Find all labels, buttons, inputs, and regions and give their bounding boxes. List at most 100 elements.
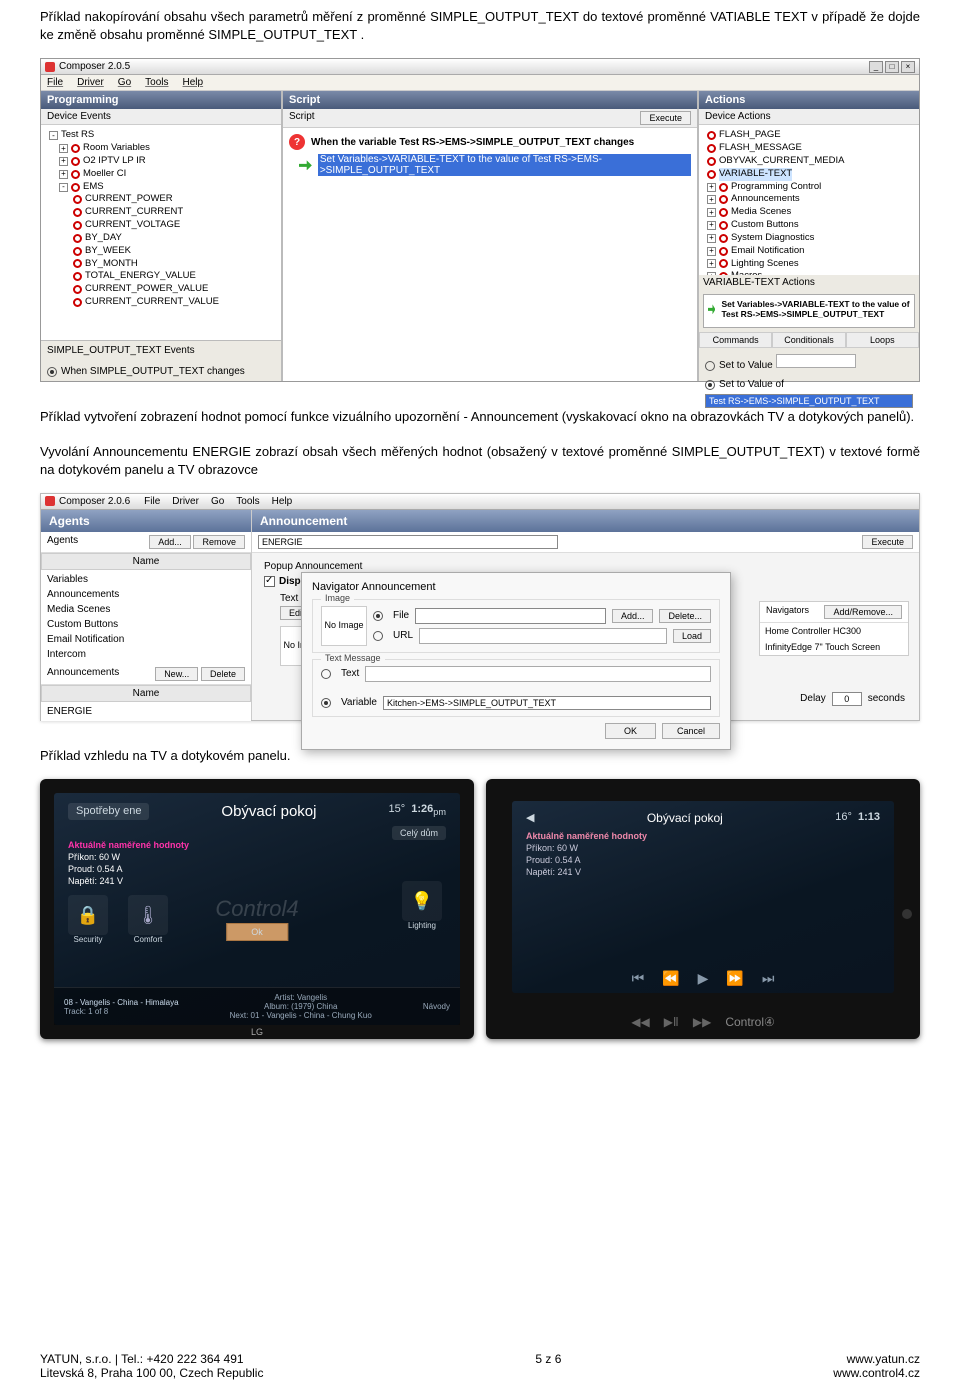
comfort-icon[interactable]: 🌡 xyxy=(128,895,168,935)
announcement-header: Announcement xyxy=(252,510,919,532)
menu-tools[interactable]: Tools xyxy=(145,77,168,88)
remove-button[interactable]: Remove xyxy=(193,535,245,549)
maximize-icon[interactable]: □ xyxy=(885,61,899,73)
action-item[interactable]: +Custom Buttons xyxy=(703,219,915,232)
script-area[interactable]: ? When the variable Test RS->EMS->SIMPLE… xyxy=(283,128,697,381)
menu-bar[interactable]: File Driver Go Tools Help xyxy=(41,75,919,91)
value-voltage: Napětí: 241 V xyxy=(68,876,446,888)
tree-node[interactable]: -EMS xyxy=(45,181,277,194)
ctrl-icon[interactable]: ▶▶ xyxy=(693,1015,711,1029)
set-value-input[interactable] xyxy=(776,354,856,368)
execute-button[interactable]: Execute xyxy=(640,111,691,125)
file-dropdown[interactable] xyxy=(415,608,606,624)
event-radio-changes[interactable]: When SIMPLE_OUTPUT_TEXT changes xyxy=(47,366,245,377)
tree-node[interactable]: +Moeller CI xyxy=(45,168,277,181)
nav-item[interactable]: Home Controller HC300 xyxy=(760,623,908,639)
cancel-button[interactable]: Cancel xyxy=(662,723,720,739)
action-item[interactable]: OBYVAK_CURRENT_MEDIA xyxy=(703,155,915,168)
ok-button[interactable]: Ok xyxy=(226,923,288,941)
menu-go[interactable]: Go xyxy=(118,77,131,88)
action-item[interactable]: FLASH_PAGE xyxy=(703,129,915,142)
action-item[interactable]: +Lighting Scenes xyxy=(703,258,915,271)
display-navigator-checkbox[interactable] xyxy=(264,576,275,587)
list-item[interactable]: Variables xyxy=(47,572,245,587)
url-input[interactable] xyxy=(419,628,667,644)
action-item[interactable]: +Announcements xyxy=(703,193,915,206)
list-item[interactable]: Announcements xyxy=(47,587,245,602)
tab-conditionals[interactable]: Conditionals xyxy=(772,332,845,348)
tree-node[interactable]: CURRENT_POWER_VALUE xyxy=(45,283,277,296)
load-button[interactable]: Load xyxy=(673,629,711,643)
tree-node[interactable]: BY_WEEK xyxy=(45,245,277,258)
home-button[interactable] xyxy=(902,909,912,919)
tree-node[interactable]: CURRENT_CURRENT_VALUE xyxy=(45,296,277,309)
action-item[interactable]: +Email Notification xyxy=(703,245,915,258)
menu-help[interactable]: Help xyxy=(183,77,204,88)
text-input[interactable] xyxy=(365,666,711,682)
list-item[interactable]: Email Notification xyxy=(47,632,245,647)
announcement-select[interactable]: ENERGIE xyxy=(258,535,558,549)
play-icon[interactable]: ▶ xyxy=(698,970,709,987)
announcements-list[interactable]: ENERGIE xyxy=(41,702,251,721)
list-item[interactable]: Custom Buttons xyxy=(47,617,245,632)
next-icon[interactable]: ⏭ xyxy=(762,970,775,987)
tab-loops[interactable]: Loops xyxy=(846,332,919,348)
radio-set-to-value[interactable] xyxy=(705,361,715,371)
prev-icon[interactable]: ⏮ xyxy=(632,970,645,987)
variable-dropdown[interactable]: Kitchen->EMS->SIMPLE_OUTPUT_TEXT xyxy=(383,696,711,710)
menu-bar-inline[interactable]: FileDriverGoToolsHelp xyxy=(144,496,292,507)
tab-commands[interactable]: Commands xyxy=(699,332,772,348)
value-of-dropdown[interactable]: Test RS->EMS->SIMPLE_OUTPUT_TEXT xyxy=(705,394,913,408)
tree-node[interactable]: BY_DAY xyxy=(45,232,277,245)
action-item[interactable]: +System Diagnostics xyxy=(703,232,915,245)
ctrl-icon[interactable]: ▶Ⅱ xyxy=(664,1015,679,1029)
minimize-icon[interactable]: _ xyxy=(869,61,883,73)
script-label: Script xyxy=(289,111,315,125)
back-icon[interactable]: ◀ xyxy=(526,811,534,825)
add-file-button[interactable]: Add... xyxy=(612,609,654,623)
composer-screenshot: Composer 2.0.5 _ □ × File Driver Go Tool… xyxy=(40,58,920,382)
tree-node[interactable]: TOTAL_ENERGY_VALUE xyxy=(45,270,277,283)
device-events-tree[interactable]: -Test RS+Room Variables+O2 IPTV LP IR+Mo… xyxy=(41,125,281,340)
nav-item[interactable]: InfinityEdge 7" Touch Screen xyxy=(760,639,908,655)
tree-node[interactable]: +Room Variables xyxy=(45,142,277,155)
delete-file-button[interactable]: Delete... xyxy=(659,609,711,623)
delay-input[interactable]: 0 xyxy=(832,692,862,706)
menu-driver[interactable]: Driver xyxy=(77,77,104,88)
tree-node[interactable]: -Test RS xyxy=(45,129,277,142)
rewind-icon[interactable]: ⏪ xyxy=(662,970,679,987)
agents-list[interactable]: VariablesAnnouncementsMedia ScenesCustom… xyxy=(41,570,251,664)
execute-button[interactable]: Execute xyxy=(862,535,913,549)
action-item[interactable]: FLASH_MESSAGE xyxy=(703,142,915,155)
radio-text[interactable] xyxy=(321,669,331,679)
action-item[interactable]: +Programming Control xyxy=(703,181,915,194)
ctrl-icon[interactable]: ◀◀ xyxy=(631,1015,649,1029)
action-item[interactable]: VARIABLE-TEXT xyxy=(703,168,915,181)
security-icon[interactable]: 🔒 xyxy=(68,895,108,935)
list-item[interactable]: Intercom xyxy=(47,647,245,662)
lighting-icon[interactable]: 💡 xyxy=(402,881,442,921)
add-remove-button[interactable]: Add/Remove... xyxy=(824,605,902,619)
close-icon[interactable]: × xyxy=(901,61,915,73)
tree-node[interactable]: CURRENT_POWER xyxy=(45,193,277,206)
footer-url-1: www.yatun.cz xyxy=(833,1352,920,1366)
tree-node[interactable]: CURRENT_CURRENT xyxy=(45,206,277,219)
script-set-line[interactable]: Set Variables->VARIABLE-TEXT to the valu… xyxy=(318,154,691,176)
menu-file[interactable]: File xyxy=(47,77,63,88)
device-actions-tree[interactable]: FLASH_PAGEFLASH_MESSAGEOBYVAK_CURRENT_ME… xyxy=(699,125,919,275)
tree-node[interactable]: CURRENT_VOLTAGE xyxy=(45,219,277,232)
radio-set-to-value-of[interactable] xyxy=(705,380,715,390)
list-item[interactable]: Media Scenes xyxy=(47,602,245,617)
new-button[interactable]: New... xyxy=(155,667,198,681)
add-button[interactable]: Add... xyxy=(149,535,191,549)
delete-button[interactable]: Delete xyxy=(201,667,245,681)
ok-button[interactable]: OK xyxy=(605,723,656,739)
radio-file[interactable] xyxy=(373,611,383,621)
radio-variable[interactable] xyxy=(321,698,331,708)
tree-node[interactable]: +O2 IPTV LP IR xyxy=(45,155,277,168)
action-item[interactable]: +Media Scenes xyxy=(703,206,915,219)
list-item[interactable]: ENERGIE xyxy=(47,704,245,719)
tree-node[interactable]: BY_MONTH xyxy=(45,258,277,271)
radio-url[interactable] xyxy=(373,631,383,641)
forward-icon[interactable]: ⏩ xyxy=(726,970,743,987)
